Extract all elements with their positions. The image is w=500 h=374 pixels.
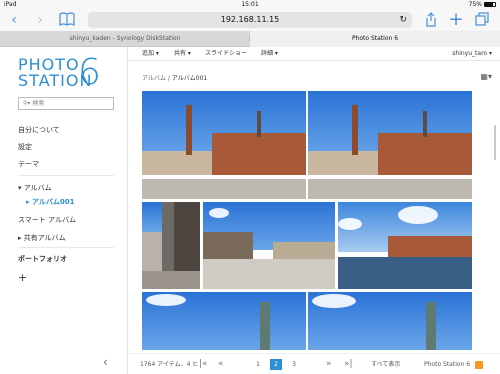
- action-menu-bar: 追加 ▾ 共有 ▾ スライドショー 詳細 ▾ shinyu_taro ▾: [128, 47, 500, 61]
- browser-toolbar: ‹ › 192.168.11.15 ↻ +: [0, 9, 500, 31]
- back-icon[interactable]: ‹: [8, 12, 20, 28]
- breadcrumb-root[interactable]: アルバム: [142, 75, 166, 82]
- tab-diskstation[interactable]: shinyu_kaden - Synology DiskStation ✕: [0, 31, 254, 47]
- photo-thumbnail[interactable]: [142, 292, 306, 350]
- sidebar-item-smart-album[interactable]: スマート アルバム: [18, 215, 76, 225]
- clock: 15:01: [241, 1, 259, 8]
- menu-details[interactable]: 詳細 ▾: [261, 47, 278, 61]
- battery-status: 75%: [469, 1, 496, 8]
- battery-percent: 75%: [468, 1, 482, 8]
- sidebar-item-about[interactable]: 自分について: [18, 125, 60, 135]
- search-input[interactable]: ⚲▾ 検索: [18, 97, 114, 110]
- next-page-icon[interactable]: »: [326, 354, 332, 374]
- breadcrumb: アルバム / アルバム001: [142, 75, 208, 82]
- menu-add[interactable]: 追加 ▾: [142, 47, 159, 61]
- sidebar-item-shared-album[interactable]: ▸ 共有アルバム: [18, 233, 66, 243]
- divider: [18, 247, 114, 248]
- collapse-sidebar-icon[interactable]: ‹: [103, 355, 108, 369]
- reload-icon[interactable]: ↻: [399, 12, 407, 28]
- photo-station-logo: PHOTO STATION 6: [18, 52, 101, 93]
- tab-bar: shinyu_kaden - Synology DiskStation ✕ Ph…: [0, 31, 500, 47]
- sidebar-item-theme[interactable]: テーマ: [18, 159, 39, 169]
- sidebar-item-albums[interactable]: ▾ アルバム: [18, 183, 52, 193]
- photo-thumbnail[interactable]: [142, 91, 306, 199]
- add-icon[interactable]: +: [18, 271, 27, 284]
- first-page-icon[interactable]: |«: [199, 354, 208, 374]
- battery-icon: [484, 2, 496, 7]
- photo-thumbnail[interactable]: [308, 91, 472, 199]
- photo-thumbnail[interactable]: [338, 202, 472, 289]
- show-all-link[interactable]: すべて表示: [371, 354, 400, 374]
- main-content: 追加 ▾ 共有 ▾ スライドショー 詳細 ▾ shinyu_taro ▾ アルバ…: [128, 47, 500, 374]
- bookmarks-icon[interactable]: [58, 12, 76, 28]
- page-3[interactable]: 3: [288, 359, 300, 370]
- menu-share[interactable]: 共有 ▾: [174, 47, 191, 61]
- page-2[interactable]: 2: [270, 359, 282, 370]
- search-placeholder: 検索: [32, 100, 45, 107]
- pagination-footer: 1764 アイテム、4 ヒ |« « 1 2 3 » »| すべて表示 Phot…: [128, 353, 500, 374]
- sidebar-item-portfolio[interactable]: ポートフォリオ: [18, 254, 67, 264]
- brand-label: Photo Station 6: [424, 361, 471, 368]
- user-menu[interactable]: shinyu_taro ▾: [452, 47, 492, 61]
- last-page-icon[interactable]: »|: [344, 354, 353, 374]
- photo-thumbnail[interactable]: [203, 202, 335, 289]
- search-icon: ⚲▾: [23, 100, 33, 107]
- menu-slideshow[interactable]: スライドショー: [205, 47, 247, 61]
- page-1[interactable]: 1: [252, 359, 264, 370]
- item-count: 1764 アイテム、4 ヒ: [140, 361, 199, 368]
- rss-icon[interactable]: [475, 361, 483, 369]
- sidebar-item-settings[interactable]: 設定: [18, 142, 32, 152]
- scrollbar[interactable]: [494, 125, 496, 160]
- prev-page-icon[interactable]: «: [218, 354, 224, 374]
- url-text: 192.168.11.15: [220, 15, 280, 24]
- sidebar: PHOTO STATION 6 ⚲▾ 検索 自分について 設定 テーマ ▾ アル…: [0, 47, 128, 374]
- status-bar: iPad 15:01 75%: [0, 0, 500, 9]
- grid-view-icon[interactable]: ▦▾: [480, 72, 492, 81]
- tabs-overview-icon[interactable]: [474, 12, 490, 28]
- sidebar-item-album001[interactable]: ▸ アルバム001: [26, 197, 75, 207]
- photo-thumbnail[interactable]: [308, 292, 472, 350]
- address-bar[interactable]: 192.168.11.15 ↻: [88, 12, 412, 28]
- divider: [18, 175, 114, 176]
- breadcrumb-current: アルバム001: [171, 75, 208, 82]
- tab-label: shinyu_kaden - Synology DiskStation: [69, 35, 181, 42]
- share-icon[interactable]: [423, 12, 439, 28]
- tab-photo-station[interactable]: Photo Station 6: [250, 31, 500, 47]
- tab-label: Photo Station 6: [351, 35, 399, 42]
- photo-thumbnail[interactable]: [142, 202, 200, 289]
- forward-icon[interactable]: ›: [34, 12, 46, 28]
- new-tab-icon[interactable]: +: [448, 11, 464, 29]
